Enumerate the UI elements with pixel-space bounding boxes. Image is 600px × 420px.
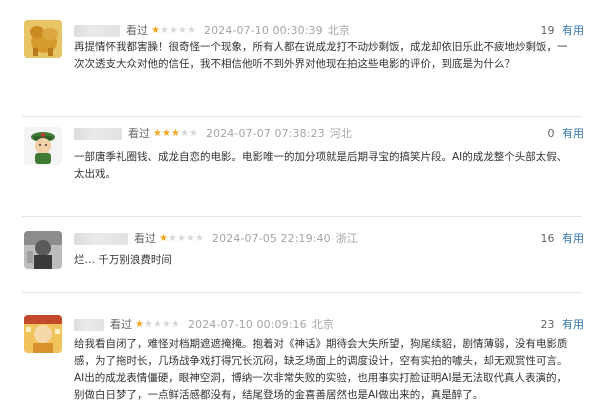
star-icon: ★ [168,233,177,244]
review-action: 看过 [134,232,156,245]
vote-count: 0 [547,127,555,140]
review-item: 看过 ★ ★ ★ ★ ★ 2024-07-07 07:38:23 河北 0 有用… [0,117,600,216]
review-item: 看过 ★ ★ ★ ★ ★ 2024-07-10 00:09:16 北京 23 有… [0,293,600,420]
review-text-line: 太出戏。 [74,168,116,180]
star-icon: ★ [195,233,204,244]
avatar[interactable] [24,231,62,269]
review-time: 2024-07-10 00:09:16 [188,318,307,331]
review-text: 给我看自闭了，难怪对档期遮遮掩掩。抱着对《神话》期待会大失所望，狗尾续貂，剧情薄… [74,336,586,404]
username-blurred[interactable] [74,128,122,140]
review-time: 2024-07-05 22:19:40 [212,232,331,245]
review-text-line: 给我看自闭了，难怪对档期遮遮掩掩。抱着对《神话》期待会大失所望，狗尾续貂，剧情薄… [74,338,568,350]
username-blurred[interactable] [74,319,104,331]
review-text-line: 烂… 千万别浪费时间 [74,254,172,266]
avatar-image [24,127,62,165]
review-meta: 看过 ★ ★ ★ ★ ★ 2024-07-05 22:19:40 浙江 [74,231,358,247]
rating-stars: ★ ★ ★ ★ ★ [159,231,204,247]
star-icon: ★ [160,25,169,36]
review-text-line: 别做白日梦了，一点鲜活感都没有，结尾登场的金喜善居然也是AI做出来的，真是醉了。 [74,389,484,401]
review-item: 看过 ★ ★ ★ ★ ★ 2024-07-10 00:30:39 北京 19 有… [0,0,600,116]
review-time: 2024-07-07 07:38:23 [206,127,325,140]
avatar-image [24,231,62,269]
review-location: 北京 [327,24,350,37]
review-action: 看过 [128,127,150,140]
vote-area: 19 有用 [541,23,585,39]
star-icon: ★ [153,128,162,139]
review-meta: 看过 ★ ★ ★ ★ ★ 2024-07-10 00:30:39 北京 [74,23,350,39]
review-text: 一部唐季礼圈钱、成龙自恋的电影。电影唯一的加分项就是后期寻宝的搞笑片段。AI的成… [74,149,586,183]
useful-button[interactable]: 有用 [562,232,584,245]
star-icon: ★ [189,128,198,139]
star-icon: ★ [178,25,187,36]
review-meta: 看过 ★ ★ ★ ★ ★ 2024-07-07 07:38:23 河北 [74,126,352,142]
star-icon: ★ [171,128,180,139]
vote-area: 23 有用 [541,317,585,333]
review-action: 看过 [126,24,148,37]
star-icon: ★ [186,233,195,244]
vote-count: 23 [540,318,555,331]
username-blurred[interactable] [74,25,120,37]
review-list: 看过 ★ ★ ★ ★ ★ 2024-07-10 00:30:39 北京 19 有… [0,0,600,420]
review-text: 再提情怀我都害臊！很奇怪一个现象，所有人都在说成龙打不动炒剩饭，成龙却依旧乐此不… [74,39,586,73]
star-icon: ★ [144,319,153,330]
avatar-image [24,315,62,353]
review-action: 看过 [110,318,132,331]
star-icon: ★ [177,233,186,244]
review-text-line: 一部唐季礼圈钱、成龙自恋的电影。电影唯一的加分项就是后期寻宝的搞笑片段。AI的成… [74,151,568,163]
review-meta: 看过 ★ ★ ★ ★ ★ 2024-07-10 00:09:16 北京 [74,317,334,333]
review-location: 浙江 [335,232,358,245]
avatar-image [24,20,62,58]
useful-button[interactable]: 有用 [562,127,584,140]
star-icon: ★ [153,319,162,330]
rating-stars: ★ ★ ★ ★ ★ [151,23,196,39]
avatar[interactable] [24,20,62,58]
avatar[interactable] [24,127,62,165]
star-icon: ★ [151,25,160,36]
review-text-line: 感，为了拖时长，几场战争戏打得冗长沉闷，缺乏场面上的调度设计，空有实拍的噱头，却… [74,355,568,367]
vote-area: 0 有用 [548,126,585,142]
username-blurred[interactable] [74,233,128,245]
star-icon: ★ [162,319,171,330]
useful-button[interactable]: 有用 [562,318,584,331]
vote-count: 16 [540,232,555,245]
star-icon: ★ [135,319,144,330]
review-text-line: 再提情怀我都害臊！很奇怪一个现象，所有人都在说成龙打不动炒剩饭，成龙却依旧乐此不… [74,41,568,53]
star-icon: ★ [162,128,171,139]
rating-stars: ★ ★ ★ ★ ★ [153,126,198,142]
useful-button[interactable]: 有用 [562,24,584,37]
review-location: 河北 [329,127,352,140]
review-text-line: 次次透支大众对他的信任，我不相信他听不到外界对他现在拍这些电影的评价，到底是为什… [74,58,515,70]
star-icon: ★ [171,319,180,330]
star-icon: ★ [169,25,178,36]
star-icon: ★ [159,233,168,244]
vote-count: 19 [540,24,555,37]
review-time: 2024-07-10 00:30:39 [204,24,323,37]
star-icon: ★ [180,128,189,139]
avatar[interactable] [24,315,62,353]
review-item: 看过 ★ ★ ★ ★ ★ 2024-07-05 22:19:40 浙江 16 有… [0,217,600,292]
review-location: 北京 [311,318,334,331]
rating-stars: ★ ★ ★ ★ ★ [135,317,180,333]
review-text: 烂… 千万别浪费时间 [74,252,586,269]
vote-area: 16 有用 [541,231,585,247]
review-text-line: AI出的成龙表情僵硬，眼神空洞，博纳一次非常失败的实验，也用事实打脸证明AI是无… [74,372,568,384]
star-icon: ★ [187,25,196,36]
